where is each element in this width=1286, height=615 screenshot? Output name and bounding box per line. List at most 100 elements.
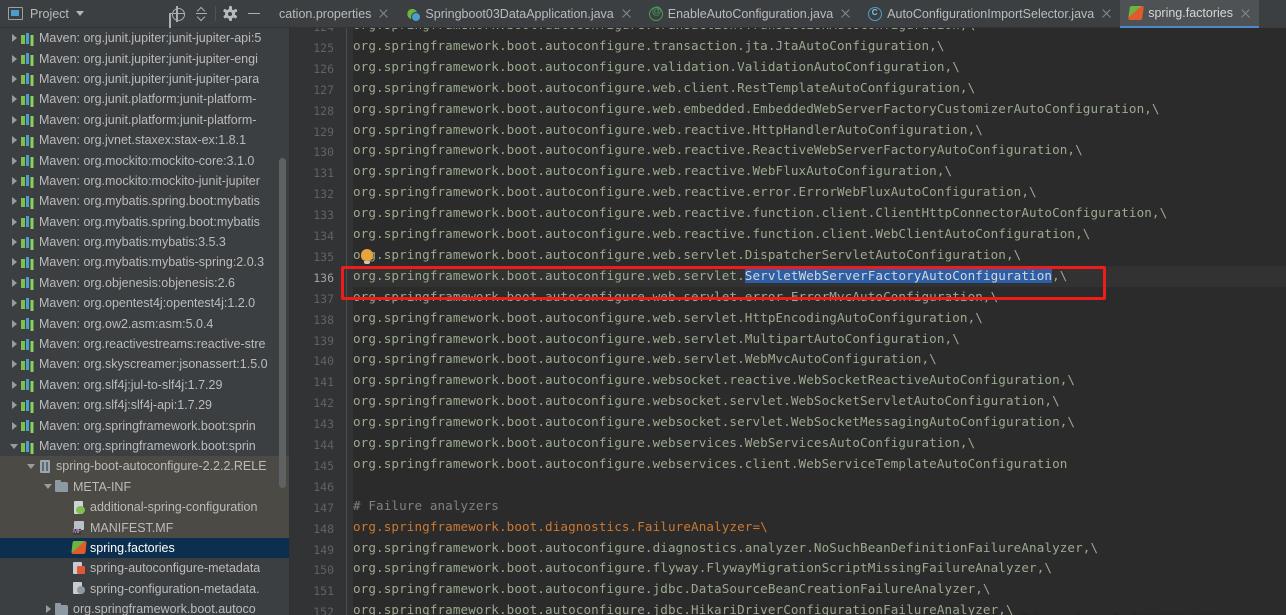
tree-item[interactable]: Maven: org.junit.platform:junit-platform… [0,89,290,109]
tree-item[interactable]: Maven: org.junit.platform:junit-platform… [0,110,290,130]
chevron-right-icon[interactable] [8,399,21,412]
hide-panel-button[interactable] [242,3,266,25]
jar-icon [38,459,52,473]
code-editor[interactable]: 124 125 126 127 128 129 130 131 132 133 134 135 136 1… [290,28,1286,615]
code-fold-strip[interactable] [342,28,353,615]
tree-item[interactable]: spring-autoconfigure-metadata [0,558,290,578]
tree-item[interactable]: org.springframework.boot.autoco [0,599,290,615]
chevron-down-icon[interactable] [75,11,84,16]
code-line: org.springframework.boot.autoconfigure.w… [353,246,1022,262]
chevron-right-icon[interactable] [8,378,21,391]
tab-spring-factories[interactable]: spring.factories [1120,0,1259,28]
line-number: 129 [313,124,334,139]
code-line: org.springframework.boot.autoconfigure.w… [353,267,1068,283]
chevron-down-icon[interactable] [25,460,38,473]
tree-item[interactable]: Maven: org.junit.jupiter:junit-jupiter-e… [0,48,290,68]
chevron-right-icon[interactable] [8,419,21,432]
maven-icon [21,72,35,86]
tab-application-properties[interactable]: cation.properties [270,0,398,28]
tree-item-label: Maven: org.mockito:mockito-junit-jupiter [39,173,260,188]
chevron-right-icon[interactable] [8,174,21,187]
close-icon[interactable] [840,8,851,19]
chevron-down-icon[interactable] [42,480,55,493]
tree-item[interactable]: spring.factories [0,537,290,559]
tab-autoconfigurationimportselector[interactable]: AutoConfigurationImportSelector.java [859,0,1121,28]
code-line: org.springframework.boot.autoconfigure.f… [353,560,1053,576]
project-tree[interactable]: Maven: org.junit.jupiter:junit-jupiter-a… [0,28,290,615]
chevron-right-icon[interactable] [8,154,21,167]
close-icon[interactable] [1240,8,1251,19]
manifest-icon [72,521,86,536]
tree-item[interactable]: additional-spring-configuration [0,496,290,518]
maven-icon [21,378,35,392]
chevron-right-icon[interactable] [8,236,21,249]
chevron-right-icon[interactable] [8,297,21,310]
chevron-right-icon[interactable] [8,32,21,45]
line-number: 132 [313,187,334,202]
tree-item[interactable]: Maven: org.reactivestreams:reactive-stre [0,334,290,354]
tree-item[interactable]: Maven: org.junit.jupiter:junit-jupiter-p… [0,69,290,89]
tree-item[interactable]: META-INF [0,476,290,497]
tree-item[interactable]: Maven: org.mybatis:mybatis-spring:2.0.3 [0,252,290,272]
tree-item[interactable]: Maven: org.slf4j:slf4j-api:1.7.29 [0,395,290,415]
selected-text[interactable]: ServletWebServerFactoryAutoConfiguration [744,267,1053,283]
tree-item-label: Maven: org.jvnet.staxex:stax-ex:1.8.1 [39,133,247,148]
tree-item[interactable]: spring-boot-autoconfigure-2.2.2.RELE [0,456,290,477]
tree-item-label: Maven: org.mybatis:mybatis-spring:2.0.3 [39,255,265,270]
close-icon[interactable] [621,8,632,19]
chevron-right-icon[interactable] [8,134,21,147]
chevron-right-icon[interactable] [8,317,21,330]
chevron-right-icon[interactable] [8,93,21,106]
tree-item[interactable]: Maven: org.ow2.asm:asm:5.0.4 [0,313,290,333]
tree-item-label: Maven: org.slf4j:slf4j-api:1.7.29 [39,398,213,413]
tree-item[interactable]: Maven: org.skyscreamer:jsonassert:1.5.0 [0,354,290,374]
chevron-right-icon[interactable] [8,113,21,126]
tree-item[interactable]: spring-configuration-metadata. [0,579,290,599]
chevron-right-icon[interactable] [42,603,55,615]
chevron-down-icon[interactable] [8,440,21,453]
tree-item[interactable]: Maven: org.jvnet.staxex:stax-ex:1.8.1 [0,130,290,150]
lightbulb-icon[interactable] [361,248,373,264]
maven-icon [21,215,35,229]
tree-item[interactable]: Maven: org.slf4j:jul-to-slf4j:1.7.29 [0,375,290,395]
code-text-area[interactable]: org.springframework.boot.autoconfigure.t… [353,28,1286,615]
tree-item[interactable]: Maven: org.mockito:mockito-core:3.1.0 [0,150,290,170]
tab-enableautoconfiguration[interactable]: EnableAutoConfiguration.java [639,0,860,28]
tree-item-label: Maven: org.mockito:mockito-core:3.1.0 [39,153,255,168]
tree-item[interactable]: Maven: org.mybatis:mybatis:3.5.3 [0,232,290,252]
tree-item[interactable]: Maven: org.objenesis:objenesis:2.6 [0,273,290,293]
locate-button[interactable] [165,3,189,25]
tree-item[interactable]: Maven: org.junit.jupiter:junit-jupiter-a… [0,28,290,48]
tree-item[interactable]: Maven: org.opentest4j:opentest4j:1.2.0 [0,293,290,313]
tree-item-label: Maven: org.objenesis:objenesis:2.6 [39,275,235,290]
tree-item[interactable]: MANIFEST.MF [0,517,290,538]
close-icon[interactable] [378,8,389,19]
tab-springboot03dataapplication[interactable]: Springboot03DataApplication.java [397,0,640,28]
config-file-icon [72,500,86,514]
chevron-right-icon[interactable] [8,215,21,228]
chevron-right-icon[interactable] [8,338,21,351]
chevron-right-icon[interactable] [8,358,21,371]
code-line: org.springframework.boot.autoconfigure.w… [353,309,983,325]
tree-item-label: Maven: org.slf4j:jul-to-slf4j:1.7.29 [39,377,223,392]
code-text: ,\ [1052,267,1068,283]
settings-button[interactable] [218,3,242,25]
tree-item[interactable]: Maven: org.mybatis.spring.boot:mybatis [0,191,290,211]
tree-item-label: Maven: org.mybatis:mybatis:3.5.3 [39,235,226,250]
chevron-right-icon[interactable] [8,72,21,85]
tree-item[interactable]: Maven: org.springframework.boot:sprin [0,415,290,435]
code-line: org.springframework.boot.autoconfigure.d… [353,539,1099,555]
tree-item[interactable]: Maven: org.mockito:mockito-junit-jupiter [0,171,290,191]
chevron-right-icon[interactable] [8,256,21,269]
tree-item[interactable]: Maven: org.springframework.boot:sprin [0,436,290,456]
chevron-right-icon[interactable] [8,276,21,289]
top-bar: Project cation.properties Springboot03Da… [0,0,1286,28]
chevron-right-icon[interactable] [8,195,21,208]
line-number: 148 [313,521,334,536]
sidebar-scrollbar[interactable] [279,158,286,488]
tree-item[interactable]: Maven: org.mybatis.spring.boot:mybatis [0,212,290,232]
maven-icon [21,235,35,249]
collapse-all-button[interactable] [189,3,213,25]
close-icon[interactable] [1101,8,1112,19]
chevron-right-icon[interactable] [8,52,21,65]
